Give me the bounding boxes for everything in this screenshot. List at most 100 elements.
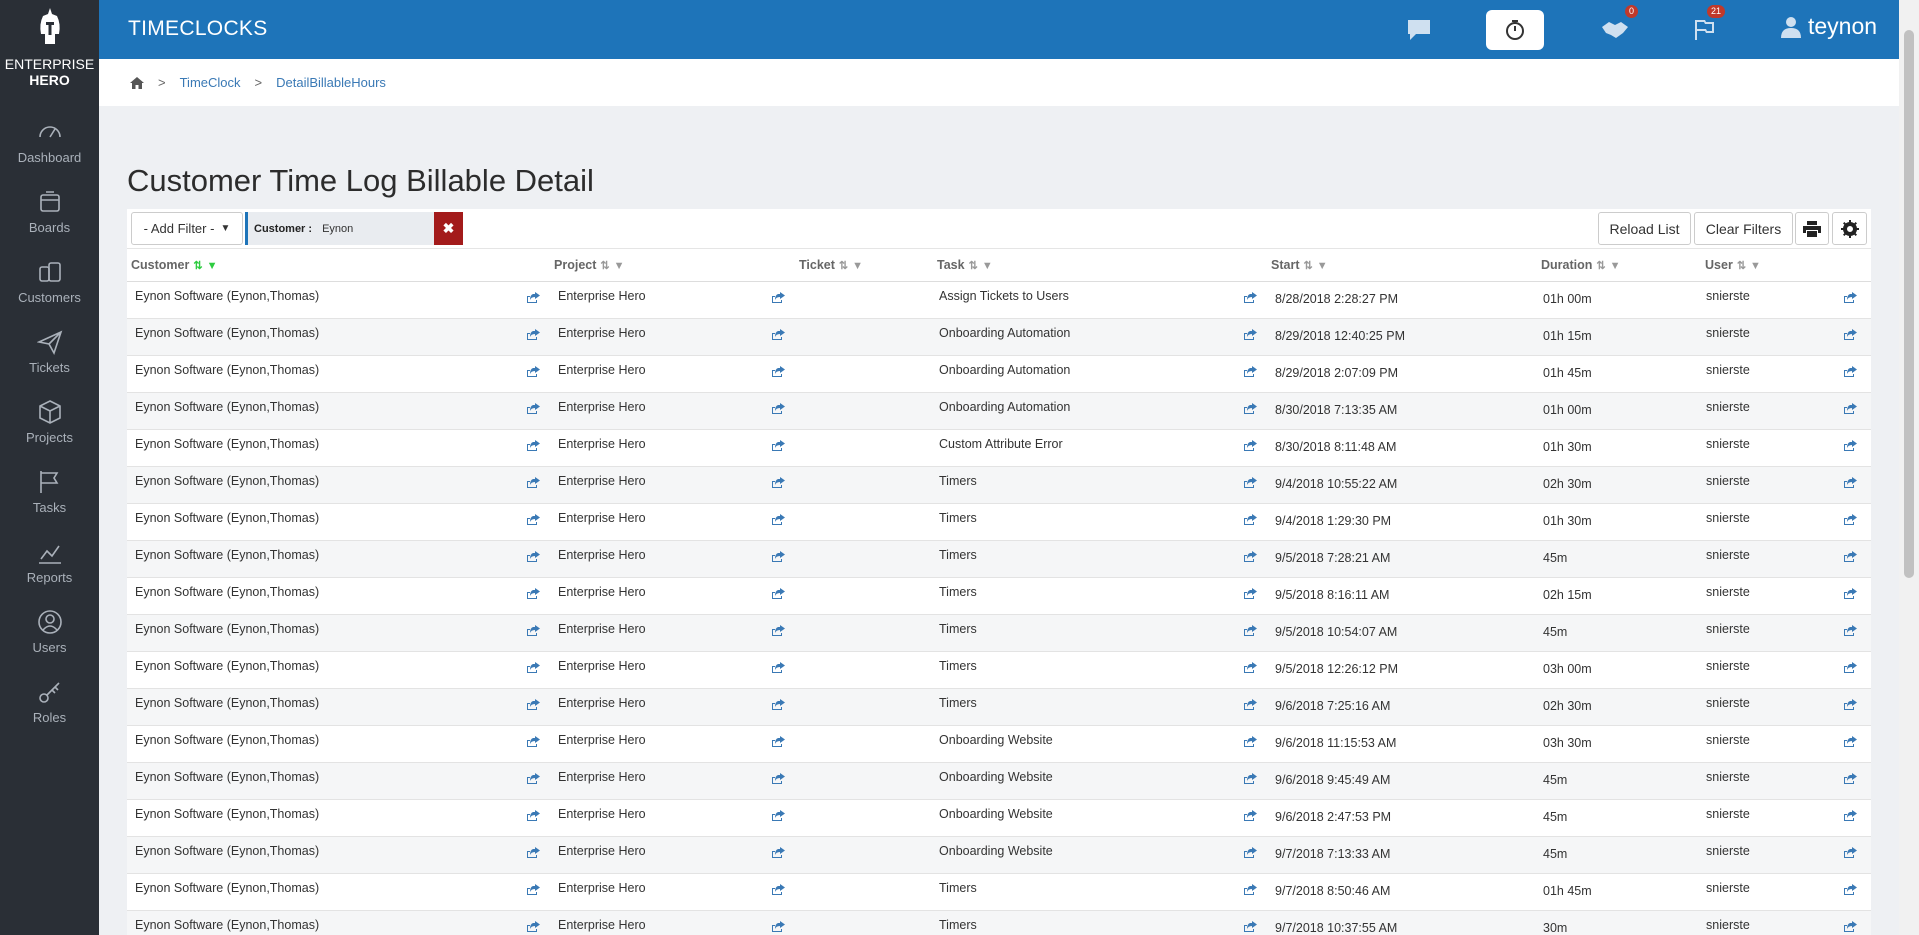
sidebar-item-reports[interactable]: Reports (0, 527, 99, 597)
open-entry-link[interactable] (1843, 698, 1858, 711)
open-project-link[interactable] (771, 735, 786, 748)
open-task-link[interactable] (1243, 772, 1258, 785)
open-customer-link[interactable] (526, 402, 540, 415)
open-customer-link[interactable] (526, 365, 540, 378)
open-task-link[interactable] (1243, 809, 1258, 822)
remove-filter-button[interactable]: ✖ (434, 212, 463, 245)
open-task-link[interactable] (1243, 402, 1258, 415)
open-customer-link[interactable] (526, 735, 540, 748)
sidebar-item-tickets[interactable]: Tickets (0, 317, 99, 387)
filter-icon[interactable]: ▼ (614, 260, 625, 272)
sort-icon[interactable]: ⇅ (1596, 260, 1605, 272)
open-project-link[interactable] (771, 809, 786, 822)
open-customer-link[interactable] (526, 328, 540, 341)
open-project-link[interactable] (771, 624, 786, 637)
open-entry-link[interactable] (1843, 587, 1858, 600)
sort-icon[interactable]: ⇅ (193, 260, 202, 272)
filter-icon[interactable]: ▼ (1317, 260, 1328, 272)
sidebar-item-customers[interactable]: Customers (0, 247, 99, 317)
timer-button[interactable] (1486, 10, 1544, 50)
scrollbar-thumb[interactable] (1904, 30, 1914, 578)
open-entry-link[interactable] (1843, 846, 1858, 859)
open-task-link[interactable] (1243, 328, 1258, 341)
sort-icon[interactable]: ⇅ (969, 260, 978, 272)
flags-button[interactable]: 21 (1689, 5, 1725, 50)
open-task-link[interactable] (1243, 587, 1258, 600)
sidebar-item-users[interactable]: Users (0, 597, 99, 667)
open-task-link[interactable] (1243, 698, 1258, 711)
open-project-link[interactable] (771, 920, 786, 933)
open-customer-link[interactable] (526, 513, 540, 526)
open-task-link[interactable] (1243, 661, 1258, 674)
sidebar-item-boards[interactable]: Boards (0, 177, 99, 247)
col-duration[interactable]: Duration ⇅ ▼ (1537, 249, 1702, 282)
settings-button[interactable] (1832, 212, 1867, 245)
sort-icon[interactable]: ⇅ (600, 260, 609, 272)
sort-icon[interactable]: ⇅ (1737, 260, 1746, 272)
open-task-link[interactable] (1243, 883, 1258, 896)
open-customer-link[interactable] (526, 883, 540, 896)
open-entry-link[interactable] (1843, 439, 1858, 452)
reload-list-button[interactable]: Reload List (1598, 212, 1691, 245)
col-project[interactable]: Project ⇅ ▼ (550, 249, 796, 282)
open-entry-link[interactable] (1843, 624, 1858, 637)
open-project-link[interactable] (771, 550, 786, 563)
sort-icon[interactable]: ⇅ (839, 260, 848, 272)
open-customer-link[interactable] (526, 291, 540, 304)
home-icon[interactable] (130, 76, 144, 89)
open-task-link[interactable] (1243, 439, 1258, 452)
open-entry-link[interactable] (1843, 772, 1858, 785)
open-project-link[interactable] (771, 439, 786, 452)
filter-icon[interactable]: ▼ (852, 260, 863, 272)
col-task[interactable]: Task ⇅ ▼ (933, 249, 1268, 282)
open-project-link[interactable] (771, 772, 786, 785)
open-customer-link[interactable] (526, 698, 540, 711)
open-customer-link[interactable] (526, 846, 540, 859)
open-task-link[interactable] (1243, 735, 1258, 748)
sort-icon[interactable]: ⇅ (1304, 260, 1313, 272)
add-filter-dropdown[interactable]: - Add Filter - ▼ (131, 212, 243, 245)
open-entry-link[interactable] (1843, 735, 1858, 748)
open-project-link[interactable] (771, 291, 786, 304)
open-project-link[interactable] (771, 365, 786, 378)
open-project-link[interactable] (771, 698, 786, 711)
print-button[interactable] (1795, 212, 1829, 245)
sidebar-item-tasks[interactable]: Tasks (0, 457, 99, 527)
col-customer[interactable]: Customer ⇅ ▼ (127, 249, 551, 282)
handshake-button[interactable]: 0 (1598, 5, 1638, 50)
open-task-link[interactable] (1243, 624, 1258, 637)
open-task-link[interactable] (1243, 550, 1258, 563)
chat-button[interactable] (1404, 10, 1434, 50)
open-task-link[interactable] (1243, 920, 1258, 933)
open-task-link[interactable] (1243, 365, 1258, 378)
user-menu[interactable]: teynon (1780, 13, 1877, 40)
open-customer-link[interactable] (526, 772, 540, 785)
open-entry-link[interactable] (1843, 883, 1858, 896)
sidebar-item-projects[interactable]: Projects (0, 387, 99, 457)
open-customer-link[interactable] (526, 476, 540, 489)
open-customer-link[interactable] (526, 439, 540, 452)
open-project-link[interactable] (771, 402, 786, 415)
filter-icon[interactable]: ▼ (1610, 260, 1621, 272)
col-ticket[interactable]: Ticket ⇅ ▼ (795, 249, 934, 282)
open-customer-link[interactable] (526, 624, 540, 637)
vertical-scrollbar[interactable] (1899, 0, 1919, 935)
open-project-link[interactable] (771, 328, 786, 341)
open-entry-link[interactable] (1843, 328, 1858, 341)
open-entry-link[interactable] (1843, 476, 1858, 489)
breadcrumb-detail[interactable]: DetailBillableHours (276, 75, 386, 90)
open-entry-link[interactable] (1843, 550, 1858, 563)
col-user[interactable]: User ⇅ ▼ (1701, 249, 1872, 282)
open-entry-link[interactable] (1843, 365, 1858, 378)
filter-icon[interactable]: ▼ (982, 260, 993, 272)
open-customer-link[interactable] (526, 920, 540, 933)
open-entry-link[interactable] (1843, 661, 1858, 674)
open-entry-link[interactable] (1843, 291, 1858, 304)
breadcrumb-timeclock[interactable]: TimeClock (180, 75, 241, 90)
open-project-link[interactable] (771, 513, 786, 526)
sidebar-item-roles[interactable]: Roles (0, 667, 99, 737)
logo[interactable]: ENTERPRISE HERO (0, 0, 99, 107)
open-customer-link[interactable] (526, 587, 540, 600)
open-task-link[interactable] (1243, 846, 1258, 859)
open-project-link[interactable] (771, 661, 786, 674)
